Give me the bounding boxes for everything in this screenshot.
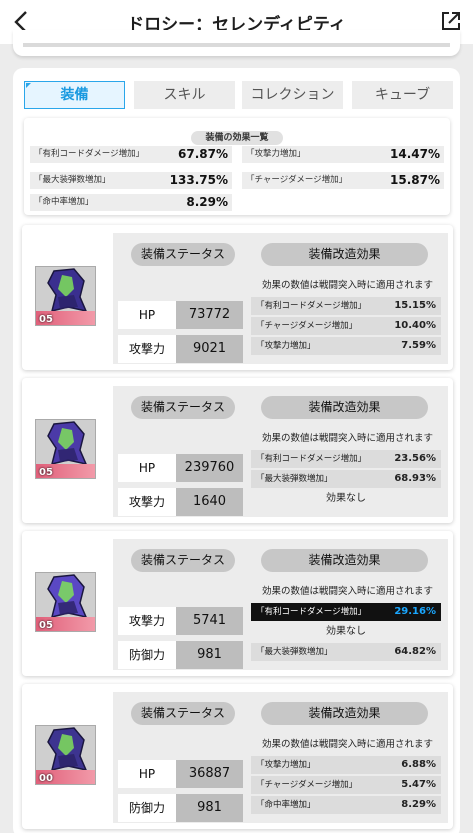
previous-card-edge xyxy=(13,30,460,56)
equipment-armor-icon xyxy=(47,421,88,466)
mod-effect: 「攻撃力増加」 7.59% xyxy=(251,337,441,355)
equipment-card[interactable]: 05 装備ステータス 装備改造効果攻撃力 5741 防御力 981 効果の数値は戦闘突入時に… xyxy=(22,531,453,676)
equipment-image[interactable]: 05 xyxy=(35,572,96,632)
stat-label: 攻撃力 xyxy=(118,335,176,363)
equipment-image[interactable]: 00 xyxy=(35,725,96,785)
tab-equipment[interactable]: 装備 xyxy=(24,81,125,109)
effect-note: 効果の数値は戦闘突入時に適用されます xyxy=(261,739,433,750)
modification-heading: 装備改造効果 xyxy=(261,702,428,725)
equipment-level: 05 xyxy=(39,314,53,325)
tab-skill[interactable]: スキル xyxy=(134,81,235,109)
summary-effect: 「最大装弾数増加」 133.75% xyxy=(30,172,232,189)
mod-effect: 「有利コードダメージ増加」 23.56% xyxy=(251,450,441,468)
stat-value: 239760 xyxy=(176,454,243,482)
equipment-card[interactable]: 05 装備ステータス 装備改造効果 HP 73772 攻撃力 9021 効果の数値は戦闘突入時… xyxy=(22,225,453,370)
status-heading: 装備ステータス xyxy=(131,702,235,725)
mod-effect: 「命中率増加」 8.29% xyxy=(251,796,441,814)
equipment-detail-panel: 装備ステータス 装備改造効果 HP 36887 防御力 981 効果の数値は戦闘突入時に適用… xyxy=(113,692,448,823)
mod-effect-empty: 効果なし xyxy=(326,626,366,637)
stat-label: 攻撃力 xyxy=(118,488,176,516)
mod-effect: 「最大装弾数増加」 64.82% xyxy=(251,643,441,661)
stat-value: 5741 xyxy=(176,607,243,635)
tab-collection[interactable]: コレクション xyxy=(242,81,343,109)
modification-heading: 装備改造効果 xyxy=(261,396,428,419)
equipment-detail-panel: 装備ステータス 装備改造効果 HP 73772 攻撃力 9021 効果の数値は戦闘突入時に適… xyxy=(113,233,448,364)
mod-effect: 「有利コードダメージ増加」 15.15% xyxy=(251,297,441,315)
stat-value: 36887 xyxy=(176,760,243,788)
stat-value: 1640 xyxy=(176,488,243,516)
summary-effect: 「有利コードダメージ増加」 67.87% xyxy=(30,146,232,163)
effect-note: 効果の数値は戦闘突入時に適用されます xyxy=(261,586,433,597)
equipment-armor-icon xyxy=(47,727,88,772)
equipment-card[interactable]: 00 装備ステータス 装備改造効果 HP 36887 防御力 981 効果の数値は戦闘突入時に… xyxy=(22,684,453,829)
stat-label: HP xyxy=(118,301,176,329)
effect-note: 効果の数値は戦闘突入時に適用されます xyxy=(261,433,433,444)
mod-effect: 「チャージダメージ増加」 10.40% xyxy=(251,317,441,335)
summary-effect: 「攻撃力増加」 14.47% xyxy=(242,146,444,163)
equipment-section: 装備 スキル コレクション キューブ 装備の効果一覧 「有利コードダメージ増加」… xyxy=(13,68,460,833)
status-heading: 装備ステータス xyxy=(131,549,235,572)
mod-effect: 「有利コードダメージ増加」 29.16% xyxy=(251,603,441,621)
equipment-image[interactable]: 05 xyxy=(35,266,96,326)
status-heading: 装備ステータス xyxy=(131,396,235,419)
mod-effect: 「チャージダメージ増加」 5.47% xyxy=(251,776,441,794)
equipment-level: 00 xyxy=(39,773,53,784)
stat-value: 981 xyxy=(176,641,243,669)
effect-note: 効果の数値は戦闘突入時に適用されます xyxy=(261,280,433,291)
summary-title: 装備の効果一覧 xyxy=(191,131,283,145)
stat-label: 防御力 xyxy=(118,794,176,822)
status-heading: 装備ステータス xyxy=(131,243,235,266)
modification-heading: 装備改造効果 xyxy=(261,549,428,572)
stat-value: 981 xyxy=(176,794,243,822)
tab-cube[interactable]: キューブ xyxy=(352,81,453,109)
effects-summary: 装備の効果一覧 「有利コードダメージ増加」 67.87% 「攻撃力増加」 14.47… xyxy=(24,118,450,215)
stat-label: 攻撃力 xyxy=(118,607,176,635)
equipment-armor-icon xyxy=(47,268,88,313)
equipment-level: 05 xyxy=(39,467,53,478)
mod-effect-empty: 効果なし xyxy=(326,493,366,504)
equipment-detail-panel: 装備ステータス 装備改造効果攻撃力 5741 防御力 981 効果の数値は戦闘突入時に適用… xyxy=(113,539,448,670)
mod-effect: 「最大装弾数増加」 68.93% xyxy=(251,470,441,488)
summary-effect: 「チャージダメージ増加」 15.87% xyxy=(242,172,444,189)
equipment-detail-panel: 装備ステータス 装備改造効果 HP 239760 攻撃力 1640 効果の数値は戦闘突入時に… xyxy=(113,386,448,517)
stat-label: 防御力 xyxy=(118,641,176,669)
stat-value: 73772 xyxy=(176,301,243,329)
equipment-level: 05 xyxy=(39,620,53,631)
stat-value: 9021 xyxy=(176,335,243,363)
stat-label: HP xyxy=(118,454,176,482)
summary-effect: 「命中率増加」 8.29% xyxy=(30,194,232,211)
mod-effect: 「攻撃力増加」 6.88% xyxy=(251,756,441,774)
tab-bar: 装備 スキル コレクション キューブ xyxy=(24,81,453,109)
equipment-image[interactable]: 05 xyxy=(35,419,96,479)
equipment-card[interactable]: 05 装備ステータス 装備改造効果 HP 239760 攻撃力 1640 効果の数値は戦闘突入… xyxy=(22,378,453,523)
stat-label: HP xyxy=(118,760,176,788)
modification-heading: 装備改造効果 xyxy=(261,243,428,266)
equipment-armor-icon xyxy=(47,574,88,619)
